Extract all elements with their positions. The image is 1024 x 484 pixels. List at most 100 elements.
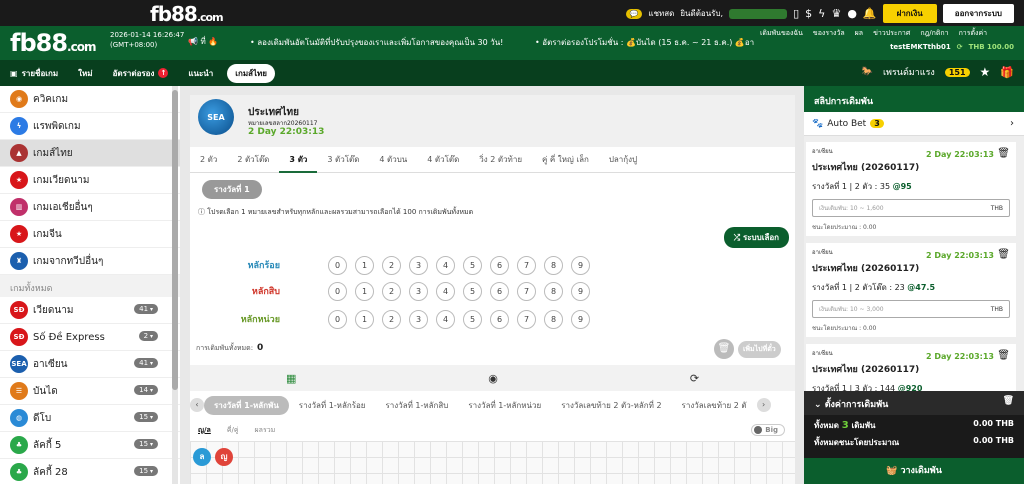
digit-button[interactable]: 5 — [463, 255, 482, 275]
digit-button[interactable]: 9 — [571, 309, 590, 329]
main-logo[interactable]: fb88.com — [10, 29, 96, 57]
digit-button[interactable]: 1 — [355, 281, 374, 301]
sidebar-game-so-de-express[interactable]: SĐ Số Đề Express 2 — [0, 324, 180, 351]
stake-input[interactable]: เงินเดิมพัน: 10 ~ 1,600 THB — [812, 199, 1010, 217]
tab-2-digit[interactable]: 2 ตัว — [190, 147, 227, 173]
tab-3-digit[interactable]: 3 ตัว — [279, 147, 318, 173]
digit-button[interactable]: 4 — [436, 309, 455, 329]
digit-button[interactable]: 4 — [436, 281, 455, 301]
digit-button[interactable]: 3 — [409, 309, 428, 329]
vip-icon[interactable]: ♛ — [831, 7, 841, 20]
stake-input[interactable]: เงินเดิมพัน: 10 ~ 3,000 THB — [812, 300, 1010, 318]
auto-bet-row[interactable]: 🐾 Auto Bet 3 › — [804, 112, 1024, 136]
sidebar-game-ladder[interactable]: ☰ บันได 14 — [0, 378, 180, 405]
bell-icon[interactable]: 🔔 — [863, 7, 877, 20]
grid-icon[interactable]: ▦ — [286, 372, 296, 385]
digit-button[interactable]: 2 — [382, 309, 401, 329]
nav-recommended[interactable]: แนะนำ — [178, 67, 223, 80]
digit-button[interactable]: 8 — [544, 281, 563, 301]
sidebar-game-lucky-5[interactable]: ♣ ลัคกี้ 5 15 — [0, 432, 180, 459]
tab-4-digit-top[interactable]: 4 ตัวบน — [369, 147, 417, 173]
subtab-sum[interactable]: ผลรวม — [247, 425, 284, 436]
logout-button[interactable]: ออกจากระบบ — [942, 4, 1014, 23]
chevron-right-icon[interactable]: › — [756, 398, 771, 412]
random-pick-button[interactable]: ⤮ ระบบเลือก — [723, 227, 789, 248]
nav-odds[interactable]: อัตราต่อรอง ↑ — [103, 67, 179, 80]
promo-marquee[interactable]: • อัตราต่อรองโปรโมชั่น : 💰บันได (15 ธ.ค.… — [535, 36, 754, 49]
tab-4-digit-tod[interactable]: 4 ตัวโต๊ด — [417, 147, 469, 173]
game-count-badge[interactable]: 15 — [134, 439, 158, 449]
link-announcements[interactable]: ข่าวประกาศ — [873, 28, 910, 39]
digit-button[interactable]: 7 — [517, 309, 536, 329]
digit-button[interactable]: 6 — [490, 309, 509, 329]
game-count-badge[interactable]: 2 — [138, 331, 158, 341]
announcement-marquee[interactable]: • ลองเดิมพันอัตโนมัติที่ปรับปรุงของเราแล… — [250, 36, 503, 49]
digit-button[interactable]: 0 — [328, 281, 347, 301]
star-icon[interactable]: ★ — [980, 65, 991, 79]
brand-logo[interactable]: fb88.com — [150, 2, 224, 26]
game-count-badge[interactable]: 15 — [134, 466, 158, 476]
chevron-right-icon[interactable]: › — [1010, 118, 1014, 129]
subtab-odd-even[interactable]: คี่/คู่ — [219, 425, 247, 436]
prize-round-button[interactable]: รางวัลที่ 1 — [202, 180, 262, 199]
digit-button[interactable]: 5 — [463, 309, 482, 329]
sidebar-scrollbar[interactable] — [172, 86, 178, 484]
result-tab[interactable]: รางวัลที่ 1-หลักสิบ — [376, 399, 459, 412]
tab-fish-shrimp-crab[interactable]: ปลากุ้งปู — [599, 147, 647, 173]
digit-button[interactable]: 8 — [544, 255, 563, 275]
place-bet-button[interactable]: 🧺 วางเดิมพัน — [804, 458, 1024, 484]
result-tab[interactable]: รางวัลที่ 1-หลักพัน — [204, 395, 289, 415]
tab-2-digit-tod[interactable]: 2 ตัวโต๊ด — [227, 147, 279, 173]
sidebar-item-quick-games[interactable]: ◉ ควิคเกม — [0, 86, 180, 113]
trash-icon[interactable]: 🗑 — [997, 249, 1010, 260]
mobile-icon[interactable]: ▯ — [793, 7, 799, 20]
game-count-badge[interactable]: 15 — [134, 412, 158, 422]
tab-3-digit-tod[interactable]: 3 ตัวโต๊ด — [317, 147, 369, 173]
chat-link[interactable]: แชทสด — [648, 7, 674, 20]
bolt-icon[interactable]: ϟ — [818, 7, 825, 20]
sidebar-item-other-continents[interactable]: ♜ เกมจากทวีปอื่นๆ — [0, 248, 180, 275]
dollar-icon[interactable]: $ — [805, 7, 812, 20]
trash-icon[interactable]: 🗑 — [997, 148, 1010, 159]
sidebar-game-vietnam[interactable]: SĐ เวียดนาม 41 — [0, 297, 180, 324]
digit-button[interactable]: 6 — [490, 281, 509, 301]
result-tab[interactable]: รางวัลที่ 1-หลักหน่วย — [458, 399, 551, 412]
digit-button[interactable]: 5 — [463, 281, 482, 301]
add-to-slip-button[interactable]: เพิ่มไปที่ตั๋ว — [738, 341, 781, 358]
user-icon[interactable]: ● — [847, 7, 857, 20]
bet-settings-header[interactable]: ⌄ ตั้งค่าการเดิมพัน 🗑 — [804, 391, 1024, 415]
sidebar-game-lucky-28[interactable]: ♣ ลัคกี้ 28 15 — [0, 459, 180, 484]
digit-button[interactable]: 9 — [571, 281, 590, 301]
sidebar-game-asean[interactable]: SEA อาเซียน 41 — [0, 351, 180, 378]
nav-thai-games[interactable]: เกมส์ไทย — [227, 63, 275, 83]
refresh-balance-icon[interactable]: ⟳ — [957, 43, 963, 51]
ball-icon[interactable]: ◉ — [488, 372, 498, 385]
digit-button[interactable]: 0 — [328, 255, 347, 275]
sidebar-item-rapid-games[interactable]: ϟ แรพพิดเกม — [0, 113, 180, 140]
sidebar-game-dibo[interactable]: ◍ ดีโบ 15 — [0, 405, 180, 432]
tab-odd-even-big-small[interactable]: คู่ คี่ ใหญ่ เล็ก — [532, 147, 599, 173]
trash-icon[interactable]: 🗑 — [997, 350, 1010, 361]
digit-button[interactable]: 2 — [382, 255, 401, 275]
link-my-bets[interactable]: เดิมพันของฉัน — [760, 28, 803, 39]
game-count-badge[interactable]: 14 — [134, 385, 158, 395]
link-rewards[interactable]: ของรางวัล — [813, 28, 845, 39]
digit-button[interactable]: 6 — [490, 255, 509, 275]
subtab-big-small[interactable]: ญ/ล — [190, 425, 219, 436]
deposit-button[interactable]: ฝากเงิน — [882, 4, 937, 23]
trending-link[interactable]: เพรนด์มาแรง — [883, 65, 935, 79]
clear-selection-button[interactable]: 🗑 — [714, 339, 734, 359]
game-count-badge[interactable]: 41 — [134, 358, 158, 368]
chevron-left-icon[interactable]: ‹ — [190, 398, 204, 412]
tab-run-2-last[interactable]: วิ่ง 2 ตัวท้าย — [469, 147, 532, 173]
digit-button[interactable]: 1 — [355, 309, 374, 329]
nav-game-list[interactable]: ▣ รายชื่อเกม — [0, 67, 68, 80]
trash-icon[interactable]: 🗑 — [1003, 396, 1014, 406]
result-tab[interactable]: รางวัลเลขท้าย 2 ตัว-หลักที่ 2 — [551, 399, 671, 412]
digit-button[interactable]: 9 — [571, 255, 590, 275]
digit-button[interactable]: 1 — [355, 255, 374, 275]
digit-button[interactable]: 7 — [517, 255, 536, 275]
link-results[interactable]: ผล — [855, 28, 863, 39]
sidebar-item-asia-games[interactable]: ▥ เกมเอเชียอื่นๆ — [0, 194, 180, 221]
digit-button[interactable]: 4 — [436, 255, 455, 275]
